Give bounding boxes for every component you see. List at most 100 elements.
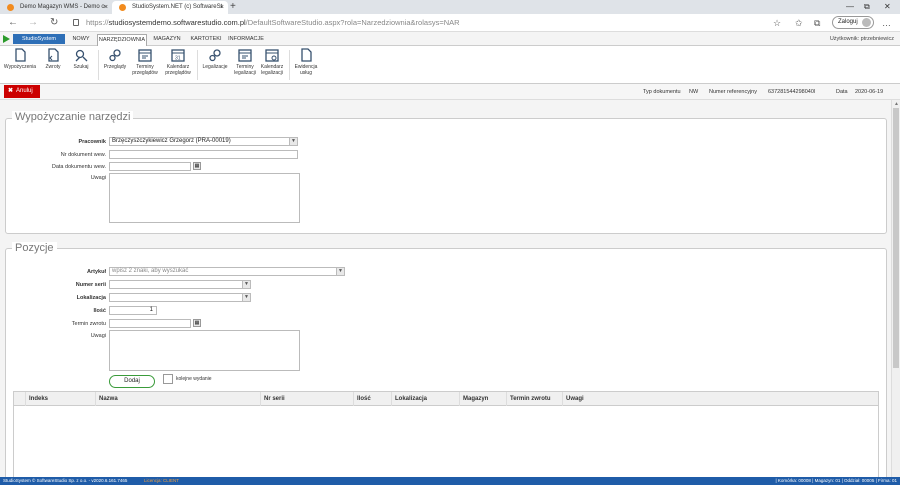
- positions-grid: Indeks Nazwa Nr serii Ilość Lokalizacja …: [13, 391, 879, 477]
- employee-select[interactable]: Brzęczyszczykiewicz Grzegorz (PRA-00019)…: [109, 137, 298, 146]
- calendar-list-icon: [138, 49, 152, 62]
- calendar-icon[interactable]: ▦: [193, 162, 201, 170]
- ext-doc-input[interactable]: [109, 150, 298, 159]
- favorite-star-icon[interactable]: ☆: [773, 14, 781, 32]
- article-search-input[interactable]: wpisz 2 znaki, aby wyszukać ▼: [109, 267, 345, 276]
- serial-select[interactable]: ▼: [109, 280, 251, 289]
- column-header-uwagi[interactable]: Uwagi: [562, 392, 878, 406]
- chevron-down-icon[interactable]: ▼: [289, 138, 297, 145]
- notes-label: Uwagi: [90, 175, 106, 181]
- login-button[interactable]: Zaloguj: [832, 16, 874, 29]
- browser-tab-studiosystem[interactable]: StudioSystem.NET (c) SoftwareSt ×: [112, 1, 228, 14]
- location-label: Lokalizacja: [76, 295, 106, 301]
- doc-date-input[interactable]: [109, 162, 191, 171]
- search-tools-icon: [75, 49, 88, 62]
- ribbon-kalendarz-przegladow-button[interactable]: 31 Kalendarz przeglądów: [162, 48, 194, 82]
- column-header-indeks[interactable]: Indeks: [25, 392, 95, 406]
- column-header-magazyn[interactable]: Magazyn: [459, 392, 506, 406]
- date-value: 2020-06-19: [855, 89, 884, 95]
- window-close-icon[interactable]: ✕: [884, 0, 891, 14]
- minimize-icon[interactable]: —: [846, 0, 854, 14]
- calendar-icon: 31: [171, 49, 185, 62]
- ribbon-ewidencja-uslug-button[interactable]: Ewidencja usług: [292, 48, 320, 82]
- ribbon-separator: [289, 50, 290, 80]
- scrollbar-thumb[interactable]: [893, 108, 899, 368]
- collections-icon[interactable]: ⧉: [814, 14, 820, 32]
- ribbon-separator: [98, 50, 99, 80]
- ribbon-terminy-legalizacji-button[interactable]: Terminy legalizacji: [231, 48, 259, 82]
- article-label: Artykuł: [87, 269, 106, 275]
- qty-label: Ilość: [93, 308, 106, 314]
- column-header-nazwa[interactable]: Nazwa: [95, 392, 260, 406]
- doc-type-value: NW: [689, 89, 699, 95]
- favicon-icon: [119, 4, 126, 11]
- ribbon-przeglady-button[interactable]: Przeglądy: [101, 48, 129, 82]
- app-brand[interactable]: StudioSystem: [13, 34, 65, 44]
- positions-notes-label: Uwagi: [90, 333, 106, 339]
- notes-textarea[interactable]: [109, 173, 300, 223]
- tab-informacje[interactable]: INFORMACJE: [227, 34, 265, 46]
- avatar: [862, 18, 871, 27]
- back-icon[interactable]: ←: [8, 14, 18, 32]
- svg-text:31: 31: [175, 56, 181, 62]
- ribbon-wypozyczenia-button[interactable]: Wypożyczenia: [3, 48, 37, 82]
- ribbon-legalizacje-button[interactable]: Legalizacje: [200, 48, 230, 82]
- ref-number-value: 637281544298040l: [768, 89, 816, 95]
- document-icon: [15, 48, 26, 62]
- cancel-button[interactable]: ✖ Anuluj: [4, 85, 40, 98]
- ref-number-label: Numer referencyjny: [709, 89, 757, 95]
- tab-narzedziownia[interactable]: NARZĘDZIOWNIA: [97, 34, 147, 46]
- ribbon-zwroty-button[interactable]: Zwroty: [40, 48, 66, 82]
- ribbon-terminy-przegladow-button[interactable]: Terminy przeglądów: [130, 48, 160, 82]
- return-date-input[interactable]: [109, 319, 191, 328]
- tab-kartoteki[interactable]: KARTOTEKI: [188, 34, 224, 46]
- doc-date-label: Data dokumentu wew.: [51, 164, 106, 170]
- calendar-icon: [265, 49, 279, 62]
- close-icon: ✖: [8, 88, 14, 94]
- scroll-up-icon[interactable]: ▲: [894, 101, 899, 107]
- tab-magazyn[interactable]: MAGAZYN: [150, 34, 184, 46]
- next-issue-label: kolejne wydanie: [176, 376, 212, 382]
- chevron-down-icon[interactable]: ▼: [242, 281, 250, 288]
- browser-tab-wms[interactable]: Demo Magazyn WMS - Demo o ×: [0, 1, 112, 14]
- reload-icon[interactable]: ↻: [50, 14, 58, 32]
- new-tab-button[interactable]: +: [230, 0, 236, 14]
- next-issue-checkbox[interactable]: [163, 374, 173, 384]
- serial-label: Numer serii: [75, 282, 106, 288]
- chevron-down-icon[interactable]: ▼: [336, 268, 344, 275]
- add-button[interactable]: Dodaj: [109, 375, 155, 388]
- tab-nowy[interactable]: NOWY: [66, 34, 96, 46]
- chevron-down-icon[interactable]: ▼: [242, 294, 250, 301]
- favicon-icon: [7, 4, 14, 11]
- more-options-icon[interactable]: …: [882, 14, 891, 32]
- context-info: | Komórka: 00008 | Magazyn: 01 | Oddział…: [775, 478, 898, 483]
- ext-doc-label: Nr dokument wew.: [60, 152, 106, 158]
- column-header-lokalizacja[interactable]: Lokalizacja: [391, 392, 459, 406]
- page-title: Wypożyczanie narzędzi: [12, 111, 134, 123]
- close-tab-icon[interactable]: ×: [104, 1, 108, 14]
- location-select[interactable]: ▼: [109, 293, 251, 302]
- positions-title: Pozycje: [12, 242, 57, 254]
- calendar-icon[interactable]: ▦: [193, 319, 201, 327]
- qty-input[interactable]: 1: [109, 306, 157, 315]
- lock-icon: [73, 19, 79, 26]
- positions-notes-textarea[interactable]: [109, 330, 300, 371]
- grid-header: Indeks Nazwa Nr serii Ilość Lokalizacja …: [14, 392, 878, 406]
- close-tab-icon[interactable]: ×: [220, 1, 224, 14]
- browser-tab-bar: Demo Magazyn WMS - Demo o × StudioSystem…: [0, 0, 900, 14]
- license-info: Licencja: CLIENT: [144, 478, 180, 483]
- maximize-icon[interactable]: ⧉: [864, 0, 870, 14]
- browser-tab-title: StudioSystem.NET (c) SoftwareSt: [132, 4, 223, 10]
- ribbon-kalendarz-legalizacji-button[interactable]: Kalendarz legalizacji: [259, 48, 285, 82]
- play-icon[interactable]: [3, 35, 10, 43]
- column-header-termin-zwrotu[interactable]: Termin zwrotu: [506, 392, 562, 406]
- calendar-list-icon: [238, 49, 252, 62]
- vertical-scrollbar[interactable]: ▲: [891, 100, 900, 477]
- ribbon-szukaj-button[interactable]: Szukaj: [68, 48, 94, 82]
- column-header-nr-serii[interactable]: Nr serii: [260, 392, 353, 406]
- gears-icon: [209, 49, 221, 62]
- url-field[interactable]: https://studiosystemdemo.softwarestudio.…: [86, 14, 460, 32]
- forward-icon[interactable]: →: [28, 14, 38, 32]
- column-header-ilosc[interactable]: Ilość: [353, 392, 391, 406]
- favorites-icon[interactable]: ✩: [795, 14, 803, 32]
